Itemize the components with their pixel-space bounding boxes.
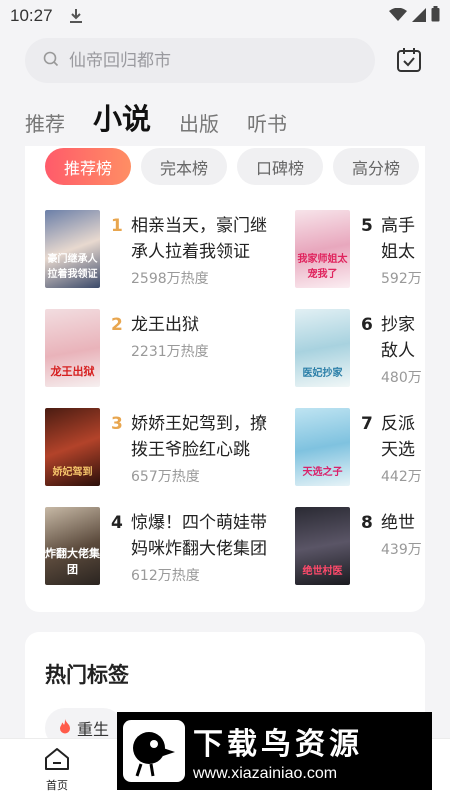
rank-number: 5: [361, 216, 373, 236]
book-item-1[interactable]: 豪门继承人拉着我领证 1 相亲当天，豪门继承人拉着我领证 2598万热度: [45, 210, 305, 290]
cover-title: 医妃抄家: [302, 368, 343, 379]
book-title: 相亲当天，豪门继承人拉着我领证: [131, 216, 267, 262]
flame-icon: [59, 718, 71, 738]
signal-icon: [412, 7, 426, 26]
book-cover: 我家师姐太宠我了: [295, 210, 350, 288]
book-item-2[interactable]: 龙王出狱 2 龙王出狱 2231万热度: [45, 309, 305, 389]
cover-title: 绝世村医: [302, 566, 343, 577]
tag-label: 重生: [77, 720, 110, 739]
tab-publish[interactable]: 出版: [179, 110, 219, 138]
book-cover: 豪门继承人拉着我领证: [45, 210, 100, 288]
search-bar[interactable]: [25, 38, 375, 83]
download-icon: [69, 8, 83, 24]
rank-number: 4: [111, 513, 123, 533]
status-bar: 10:27: [0, 0, 450, 32]
watermark-url: www.xiazainiao.com: [193, 765, 338, 782]
book-item-4[interactable]: 炸翻大佬集团 4 惊爆！四个萌娃带妈咪炸翻大佬集团 612万热度: [45, 507, 305, 587]
book-heat: 2231万热度: [131, 344, 209, 360]
book-item-8[interactable]: 绝世村医 8 绝世 439万: [295, 507, 425, 587]
book-item-5[interactable]: 我家师姐太宠我了 5 高手姐太 592万: [295, 210, 425, 290]
book-cover: 娇妃驾到: [45, 408, 100, 486]
book-cover: 天选之子: [295, 408, 350, 486]
home-icon: [45, 748, 69, 770]
watermark-name: 下载鸟资源: [193, 727, 363, 762]
calendar-check-icon: [397, 48, 421, 72]
rank-number: 3: [111, 414, 123, 434]
battery-icon: [431, 6, 440, 26]
chip-reputation-rank[interactable]: 口碑榜: [237, 148, 324, 185]
search-row: [25, 38, 435, 84]
book-heat: 657万热度: [131, 469, 200, 485]
cover-title: 豪门继承人拉着我领证: [47, 254, 98, 280]
book-title: 高手姐太: [381, 216, 415, 262]
book-cover: 炸翻大佬集团: [45, 507, 100, 585]
rank-number: 6: [361, 315, 373, 335]
tab-recommend[interactable]: 推荐: [25, 110, 65, 138]
ranking-chips: 推荐榜 完本榜 口碑榜 高分榜: [25, 148, 425, 185]
book-cover: 医妃抄家: [295, 309, 350, 387]
book-cover: 龙王出狱: [45, 309, 100, 387]
status-time: 10:27: [10, 6, 53, 25]
cover-title: 龙王出狱: [50, 365, 95, 378]
book-heat: 592万: [381, 271, 422, 287]
calendar-checkin-button[interactable]: [395, 46, 423, 74]
chip-score-rank[interactable]: 高分榜: [333, 148, 420, 185]
book-title: 惊爆！四个萌娃带妈咪炸翻大佬集团: [131, 513, 267, 559]
watermark-banner: 下载鸟资源 www.xiazainiao.com: [117, 712, 432, 790]
book-cover: 绝世村医: [295, 507, 350, 585]
chip-recommend-rank[interactable]: 推荐榜: [45, 148, 132, 185]
tab-audiobook[interactable]: 听书: [247, 110, 287, 138]
book-title: 娇娇王妃驾到，撩拨王爷脸红心跳: [131, 414, 267, 460]
book-heat: 612万热度: [131, 568, 200, 584]
cover-title: 娇妃驾到: [52, 467, 93, 478]
book-heat: 480万: [381, 370, 422, 386]
book-heat: 439万: [381, 542, 422, 558]
hot-tags-title: 热门标签: [45, 663, 129, 687]
wifi-icon: [389, 7, 407, 26]
search-icon: [43, 51, 59, 71]
nav-home[interactable]: 首页: [40, 747, 74, 793]
cover-title: 我家师姐太宠我了: [297, 254, 348, 280]
book-heat: 2598万热度: [131, 271, 209, 287]
chip-finished-rank[interactable]: 完本榜: [141, 148, 228, 185]
rank-number: 2: [111, 315, 123, 335]
book-ranking-list: 豪门继承人拉着我领证 1 相亲当天，豪门继承人拉着我领证 2598万热度 龙王出…: [45, 206, 425, 606]
book-title: 抄家敌人: [381, 315, 415, 361]
book-item-7[interactable]: 天选之子 7 反派天选 442万: [295, 408, 425, 488]
ranking-card: 推荐榜 完本榜 口碑榜 高分榜 豪门继承人拉着我领证 1 相亲当天，豪门继承人拉…: [25, 146, 425, 612]
book-heat: 442万: [381, 469, 422, 485]
cover-title: 炸翻大佬集团: [45, 547, 100, 576]
rank-number: 8: [361, 513, 373, 533]
cover-title: 天选之子: [302, 467, 343, 478]
book-title: 绝世: [381, 513, 415, 533]
nav-home-label: 首页: [46, 779, 68, 792]
search-input[interactable]: [69, 50, 349, 71]
book-item-3[interactable]: 娇妃驾到 3 娇娇王妃驾到，撩拨王爷脸红心跳 657万热度: [45, 408, 305, 488]
rank-number: 1: [111, 216, 123, 236]
book-title: 反派天选: [381, 414, 415, 460]
tab-novel[interactable]: 小说: [93, 100, 151, 138]
book-title: 龙王出狱: [131, 315, 199, 335]
rank-number: 7: [361, 414, 373, 434]
category-tabs: 推荐 小说 出版 听书: [25, 96, 315, 138]
bird-logo-icon: [123, 720, 185, 782]
book-item-6[interactable]: 医妃抄家 6 抄家敌人 480万: [295, 309, 425, 389]
